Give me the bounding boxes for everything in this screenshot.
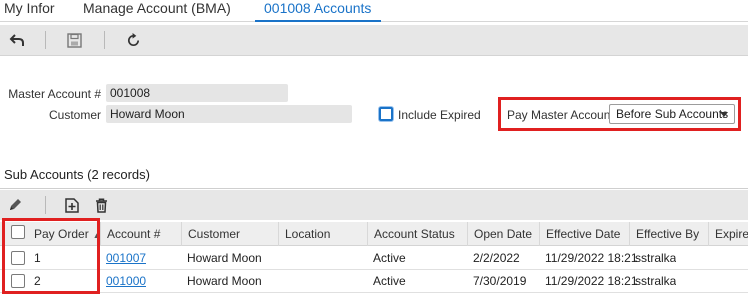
status-cell: Active <box>373 274 406 288</box>
column-account[interactable]: Account # <box>100 222 181 246</box>
refresh-button[interactable] <box>121 28 145 52</box>
master-account-field: 001008 <box>106 84 288 102</box>
toolbar-divider <box>45 196 46 214</box>
include-expired-label: Include Expired <box>398 108 481 122</box>
add-icon <box>65 197 79 213</box>
table-row[interactable]: 2 001000 Howard Moon Active 7/30/2019 11… <box>0 270 748 293</box>
master-account-label: Master Account # <box>8 87 101 101</box>
tab-manage-account[interactable]: Manage Account (BMA) <box>83 0 231 22</box>
expire-cell <box>708 270 714 293</box>
sub-accounts-toolbar <box>0 190 748 220</box>
sub-accounts-grid-header: Pay Order ▲ Account # Customer Location A… <box>0 222 748 246</box>
toolbar-divider <box>104 31 105 49</box>
save-button[interactable] <box>62 28 86 52</box>
column-open-date[interactable]: Open Date <box>467 222 539 246</box>
pay-master-selected-value: Before Sub Accounts <box>616 107 729 121</box>
expire-cell <box>708 247 714 270</box>
main-toolbar <box>0 25 748 56</box>
effective-date-cell: 11/29/2022 18:21 <box>545 274 638 288</box>
location-cell <box>278 270 284 293</box>
chevron-down-icon <box>720 112 728 117</box>
section-divider <box>0 188 748 189</box>
column-customer[interactable]: Customer <box>181 222 278 246</box>
open-date-cell: 2/2/2022 <box>473 251 520 265</box>
edit-button[interactable] <box>3 193 27 217</box>
refresh-icon <box>127 32 139 46</box>
location-cell <box>278 247 284 270</box>
pay-master-select[interactable]: Before Sub Accounts <box>609 104 735 124</box>
account-link[interactable]: 001007 <box>100 247 146 270</box>
customer-cell: Howard Moon <box>187 251 262 265</box>
column-effective-date[interactable]: Effective Date <box>539 222 629 246</box>
account-link[interactable]: 001000 <box>100 270 146 293</box>
pay-order-highlight <box>2 218 100 294</box>
effective-by-cell: sstralka <box>635 251 677 265</box>
column-account-status[interactable]: Account Status <box>367 222 467 246</box>
delete-icon <box>95 197 107 213</box>
table-row[interactable]: 1 001007 Howard Moon Active 2/2/2022 11/… <box>0 247 748 270</box>
pencil-icon <box>10 199 21 210</box>
effective-by-cell: sstralka <box>635 274 677 288</box>
column-effective-by[interactable]: Effective By <box>629 222 708 246</box>
tab-bar: My Infor Manage Account (BMA) 001008 Acc… <box>0 0 748 22</box>
customer-field: Howard Moon <box>106 105 352 123</box>
tab-account-001008[interactable]: 001008 Accounts <box>255 0 381 22</box>
undo-icon <box>9 34 24 46</box>
include-expired-checkbox[interactable] <box>379 107 393 121</box>
open-date-cell: 7/30/2019 <box>473 274 527 288</box>
sub-accounts-title: Sub Accounts (2 records) <box>4 167 150 182</box>
status-cell: Active <box>373 251 406 265</box>
column-location[interactable]: Location <box>278 222 367 246</box>
pay-master-label: Pay Master Account <box>507 108 614 122</box>
toolbar-divider <box>45 31 46 49</box>
effective-date-cell: 11/29/2022 18:21 <box>545 251 638 265</box>
tab-my-infor[interactable]: My Infor <box>4 0 55 22</box>
delete-button[interactable] <box>89 193 113 217</box>
add-button[interactable] <box>60 193 84 217</box>
customer-label: Customer <box>48 108 101 122</box>
customer-cell: Howard Moon <box>187 274 262 288</box>
save-icon <box>66 32 82 48</box>
column-expire[interactable]: Expire <box>708 222 748 246</box>
undo-button[interactable] <box>5 28 29 52</box>
